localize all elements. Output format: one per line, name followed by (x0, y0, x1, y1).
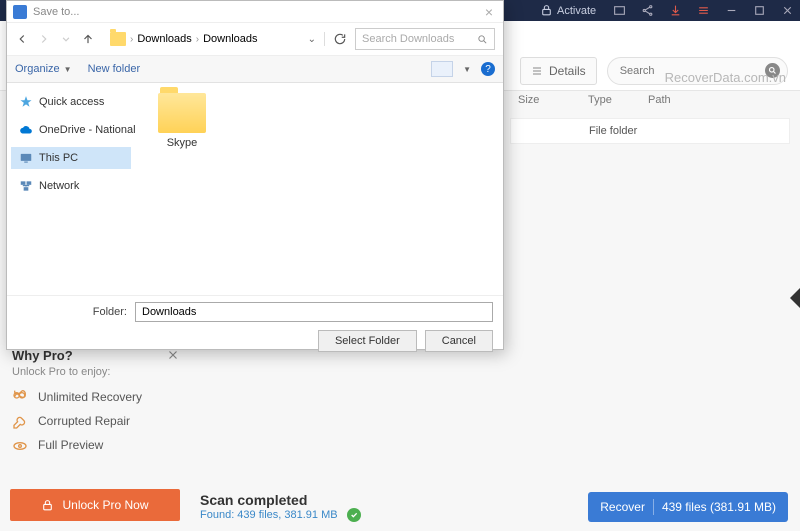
scan-title: Scan completed (200, 492, 307, 508)
row-type: File folder (581, 125, 651, 137)
feat3-label: Full Preview (38, 438, 103, 452)
folder-field-input[interactable] (135, 302, 493, 322)
recover-count: 439 files (381.91 MB) (662, 500, 776, 514)
recover-button[interactable]: Recover 439 files (381.91 MB) (588, 492, 788, 522)
nav-back-icon[interactable] (15, 32, 29, 46)
details-label: Details (549, 64, 586, 78)
feat1-label: Unlimited Recovery (38, 390, 142, 404)
why-pro-panel: Why Pro? Unlock Pro to enjoy: Unlimited … (12, 348, 180, 462)
scan-status: Scan completed Found: 439 files, 381.91 … (200, 492, 361, 522)
view-mode-button[interactable] (431, 61, 453, 77)
window-icon[interactable] (612, 4, 626, 18)
select-folder-button[interactable]: Select Folder (318, 330, 417, 352)
feature-unlimited: Unlimited Recovery (12, 390, 180, 404)
sidebar-quick-access[interactable]: Quick access (11, 91, 131, 113)
folder-field-label: Folder: (17, 306, 127, 318)
minimize-icon[interactable] (724, 4, 738, 18)
path-seg-1[interactable]: Downloads (137, 33, 191, 45)
cloud-icon (19, 123, 33, 137)
folder-icon (110, 32, 126, 46)
view-dropdown-icon[interactable]: ▼ (463, 65, 471, 74)
folder-icon (158, 93, 206, 133)
organize-button[interactable]: Organize ▼ (15, 63, 72, 75)
checkmark-icon (347, 508, 361, 522)
dialog-title: Save to... (33, 6, 79, 18)
onedrive-label: OneDrive - National I (39, 124, 135, 136)
cancel-button[interactable]: Cancel (425, 330, 493, 352)
col-size[interactable]: Size (510, 91, 580, 113)
scan-sub: Found: 439 files, 381.91 MB (200, 509, 338, 521)
feat2-label: Corrupted Repair (38, 414, 130, 428)
thispc-label: This PC (39, 152, 78, 164)
network-label: Network (39, 180, 79, 192)
chevron-right-icon: › (130, 34, 133, 45)
refresh-icon[interactable] (333, 32, 347, 46)
dialog-close-icon[interactable]: × (481, 4, 497, 20)
breadcrumb[interactable]: › Downloads › Downloads (103, 28, 300, 50)
dialog-body: Quick access OneDrive - National I This … (7, 83, 503, 295)
wrench-icon (12, 414, 28, 428)
col-path[interactable]: Path (640, 91, 679, 113)
dialog-titlebar[interactable]: Save to... × (7, 1, 503, 23)
dialog-footer: Folder: Select Folder Cancel (7, 295, 503, 358)
dialog-file-area[interactable]: Skype (135, 83, 503, 295)
chevron-right-icon: › (196, 34, 199, 45)
quick-label: Quick access (39, 96, 104, 108)
pc-icon (19, 151, 33, 165)
download-icon[interactable] (668, 4, 682, 18)
dialog-sidebar: Quick access OneDrive - National I This … (7, 83, 135, 295)
nav-recent-icon[interactable] (59, 32, 73, 46)
col-type[interactable]: Type (580, 91, 640, 113)
search-icon (477, 34, 488, 45)
organize-label: Organize (15, 63, 60, 75)
sidebar-onedrive[interactable]: OneDrive - National I (11, 119, 131, 141)
feature-preview: Full Preview (12, 438, 180, 452)
column-headers: Size Type Path (510, 91, 790, 113)
path-seg-2[interactable]: Downloads (203, 33, 257, 45)
save-dialog: Save to... × › Downloads › Downloads ⌄ S… (6, 0, 504, 350)
feature-repair: Corrupted Repair (12, 414, 180, 428)
close-icon[interactable] (780, 4, 794, 18)
network-icon (19, 179, 33, 193)
dialog-search-placeholder: Search Downloads (362, 33, 454, 45)
nav-up-icon[interactable] (81, 32, 95, 46)
nav-forward-icon[interactable] (37, 32, 51, 46)
hamburger-icon[interactable] (696, 4, 710, 18)
details-button[interactable]: Details (520, 57, 597, 85)
activate-label: Activate (557, 5, 596, 17)
watermark-text: RecoverData.com.vn (665, 70, 786, 85)
sidebar-this-pc[interactable]: This PC (11, 147, 131, 169)
dialog-toolbar: Organize ▼ New folder ▼ ? (7, 55, 503, 83)
unlock-label: Unlock Pro Now (62, 498, 148, 512)
folder-label: Skype (147, 137, 217, 149)
dialog-app-icon (13, 5, 27, 19)
folder-item-skype[interactable]: Skype (147, 93, 217, 149)
star-icon (19, 95, 33, 109)
edge-arrow-icon[interactable] (790, 288, 800, 308)
result-row[interactable]: File folder (510, 118, 790, 144)
eye-icon (12, 438, 28, 452)
why-pro-subtitle: Unlock Pro to enjoy: (12, 366, 180, 378)
activate-button[interactable]: Activate (540, 4, 596, 17)
share-icon[interactable] (640, 4, 654, 18)
path-dropdown-icon[interactable]: ⌄ (308, 34, 316, 45)
help-icon[interactable]: ? (481, 62, 495, 76)
unlock-pro-button[interactable]: Unlock Pro Now (10, 489, 180, 521)
dialog-search[interactable]: Search Downloads (355, 28, 495, 50)
dialog-nav: › Downloads › Downloads ⌄ Search Downloa… (7, 23, 503, 55)
sidebar-network[interactable]: Network (11, 175, 131, 197)
recover-label: Recover (600, 500, 645, 514)
maximize-icon[interactable] (752, 4, 766, 18)
infinity-icon (12, 390, 28, 404)
newfolder-button[interactable]: New folder (88, 63, 141, 75)
